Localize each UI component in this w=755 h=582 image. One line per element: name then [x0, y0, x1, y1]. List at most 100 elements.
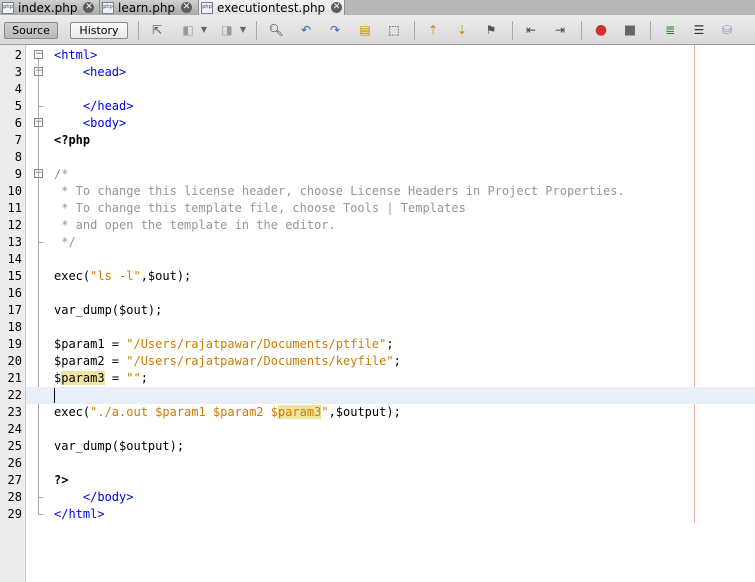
code-text: </html>	[54, 507, 105, 521]
code-line[interactable]: 24	[0, 421, 755, 438]
php-file-icon: php	[102, 1, 114, 14]
code-line[interactable]: 27 ?>	[0, 472, 755, 489]
database-icon[interactable]: ⛁	[719, 22, 735, 38]
code-text: <head>	[54, 65, 127, 79]
line-number: 22	[7, 388, 22, 402]
code-line[interactable]: 20 $param2 = "/Users/rajatpawar/Documents…	[0, 353, 755, 370]
line-number: 4	[14, 82, 22, 96]
line-number: 13	[7, 235, 22, 249]
stop-macro-icon[interactable]: ■	[622, 22, 638, 38]
find-selection-icon[interactable]: ⬚	[386, 22, 402, 38]
code-line[interactable]: 7 <?php	[0, 132, 755, 149]
close-icon[interactable]: ✕	[181, 2, 193, 13]
chevron-down-icon[interactable]: ▼	[235, 22, 251, 38]
tab-label: learn.php	[118, 0, 176, 15]
code-line[interactable]: 19 $param1 = "/Users/rajatpawar/Documents…	[0, 336, 755, 353]
current-line-highlight	[26, 387, 755, 404]
forward-icon[interactable]: ◨	[219, 22, 235, 38]
line-number: 3	[14, 65, 22, 79]
line-number: 9	[14, 167, 22, 181]
code-line[interactable]: 29 </html>	[0, 506, 755, 523]
line-number: 5	[14, 99, 22, 113]
line-number: 10	[7, 184, 22, 198]
code-line[interactable]: 10 * To change this license header, choo…	[0, 183, 755, 200]
code-line[interactable]: 6 <body>−	[0, 115, 755, 132]
source-button[interactable]: Source	[4, 22, 58, 39]
code-line[interactable]: 8	[0, 149, 755, 166]
code-line[interactable]: 16	[0, 285, 755, 302]
tab-index-php[interactable]: php index.php ✕	[0, 0, 100, 15]
tab-learn-php[interactable]: php learn.php ✕	[100, 0, 199, 15]
code-line[interactable]: 3 <head>−	[0, 64, 755, 81]
code-text: ?>	[54, 473, 69, 487]
toolbar-separator	[512, 21, 513, 40]
find-next-icon[interactable]: ↷	[327, 22, 343, 38]
php-file-icon: php	[2, 1, 14, 14]
code-text: exec("ls -l",$out);	[54, 269, 192, 283]
tab-label: executiontest.php	[217, 0, 326, 15]
code-text: */	[54, 235, 76, 249]
code-line[interactable]: 28 </body>	[0, 489, 755, 506]
code-line[interactable]: 11 * To change this template file, choos…	[0, 200, 755, 217]
chevron-down-icon[interactable]: ▼	[196, 22, 212, 38]
shift-right-icon[interactable]: ⇥	[552, 22, 568, 38]
start-macro-icon[interactable]: ●	[593, 22, 609, 38]
fold-end-marker	[38, 497, 43, 498]
line-number: 25	[7, 439, 22, 453]
code-line[interactable]: 14	[0, 251, 755, 268]
code-line[interactable]: 4	[0, 81, 755, 98]
next-bookmark-icon[interactable]: ⇣	[454, 22, 470, 38]
line-number: 26	[7, 456, 22, 470]
last-edit-icon[interactable]: ⇱	[149, 22, 165, 38]
code-line[interactable]: 15 exec("ls -l",$out);	[0, 268, 755, 285]
find-previous-icon[interactable]: ↶	[298, 22, 314, 38]
tab-executiontest-php[interactable]: php executiontest.php ✕	[199, 0, 345, 15]
line-number: 8	[14, 150, 22, 164]
fold-toggle-icon[interactable]: −	[34, 50, 43, 59]
close-icon[interactable]: ✕	[331, 2, 343, 13]
code-line[interactable]: 12 * and open the template in the editor…	[0, 217, 755, 234]
code-text: $param1 = "/Users/rajatpawar/Documents/p…	[54, 337, 394, 351]
code-line[interactable]: 26	[0, 455, 755, 472]
fold-guide	[38, 178, 39, 242]
code-line[interactable]: 13 */	[0, 234, 755, 251]
uncomment-icon[interactable]: ☰	[691, 22, 707, 38]
tab-label: index.php	[18, 0, 78, 15]
history-button[interactable]: History	[70, 22, 128, 39]
code-text: exec("./a.out $param1 $param2 $param3",$…	[54, 405, 401, 419]
code-line[interactable]: 23 exec("./a.out $param1 $param2 $param3"…	[0, 404, 755, 421]
line-number: 16	[7, 286, 22, 300]
previous-bookmark-icon[interactable]: ⇡	[425, 22, 441, 38]
code-text: var_dump($out);	[54, 303, 163, 317]
code-line[interactable]: 18	[0, 319, 755, 336]
close-icon[interactable]: ✕	[83, 2, 95, 13]
line-number: 21	[7, 371, 22, 385]
code-line[interactable]: 25 var_dump($output);	[0, 438, 755, 455]
shift-left-icon[interactable]: ⇤	[523, 22, 539, 38]
code-line[interactable]: 9/*−	[0, 166, 755, 183]
toggle-highlight-icon[interactable]: ▤	[357, 22, 373, 38]
code-text: $param3 = "";	[54, 371, 148, 385]
line-number: 11	[7, 201, 22, 215]
code-text: $param2 = "/Users/rajatpawar/Documents/k…	[54, 354, 401, 368]
line-number: 24	[7, 422, 22, 436]
code-text: <body>	[54, 116, 127, 130]
fold-end-marker	[38, 106, 43, 107]
text-caret	[54, 388, 55, 403]
code-line[interactable]: 2 <html> −	[0, 47, 755, 64]
line-number: 12	[7, 218, 22, 232]
line-number: 28	[7, 490, 22, 504]
code-line[interactable]: 17 var_dump($out);	[0, 302, 755, 319]
line-number: 15	[7, 269, 22, 283]
toggle-bookmark-icon[interactable]: ⚑	[483, 22, 499, 38]
editor-toolbar: Source History ⇱ ◧ ▼ ◨ ▼ 🔍︎ ↶ ↷ ▤ ⬚ ⇡ ⇣ …	[0, 15, 755, 45]
find-icon[interactable]: 🔍︎	[268, 22, 284, 38]
line-number: 29	[7, 507, 22, 521]
code-line[interactable]: 21 $param3 = "";	[0, 370, 755, 387]
code-text: </head>	[54, 99, 134, 113]
code-line[interactable]: 5 </head>	[0, 98, 755, 115]
back-icon[interactable]: ◧	[180, 22, 196, 38]
toolbar-separator	[414, 21, 415, 40]
comment-icon[interactable]: ≣	[662, 22, 678, 38]
code-text: <?php	[54, 133, 91, 147]
